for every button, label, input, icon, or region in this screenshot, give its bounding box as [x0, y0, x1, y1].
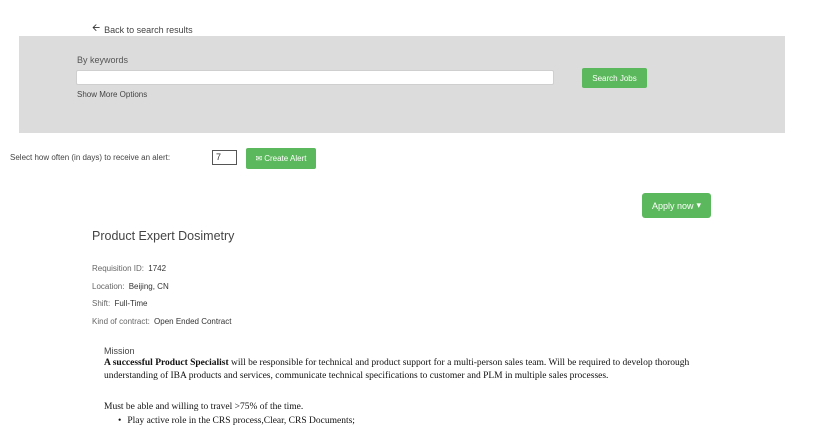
apply-now-label: Apply now [651, 200, 694, 211]
bullet-text: Play active role in the CRS process,Clea… [127, 416, 355, 426]
back-link-label: Back to search results [104, 24, 193, 35]
shift-row: Shift: Full-Time [92, 299, 148, 308]
requisition-row: Requisition ID: 1742 [92, 264, 166, 273]
caret-down-icon: ▾ [696, 200, 702, 210]
list-item: • Play active role in the CRS process,Cl… [118, 416, 355, 426]
create-alert-button[interactable]: ✉ Create Alert [246, 148, 316, 169]
shift-value: Full-Time [114, 299, 148, 308]
mission-heading: Mission [104, 346, 135, 356]
job-title: Product Expert Dosimetry [92, 229, 235, 243]
envelope-icon: ✉ [255, 154, 263, 163]
intro-bold: A successful Product Specialist [104, 358, 229, 368]
requisition-label: Requisition ID: [92, 264, 145, 273]
requisition-value: 1742 [148, 264, 167, 273]
travel-requirement: Must be able and willing to travel >75% … [104, 402, 304, 412]
location-label: Location: [92, 282, 125, 291]
show-more-options-link[interactable]: Show More Options [77, 90, 147, 99]
contract-label: Kind of contract: [92, 317, 150, 326]
create-alert-label: Create Alert [264, 154, 307, 163]
keywords-input[interactable] [76, 70, 554, 85]
shift-label: Shift: [92, 299, 111, 308]
bullet-icon: • [118, 416, 122, 426]
alert-frequency-label: Select how often (in days) to receive an… [10, 153, 171, 162]
apply-now-button[interactable]: Apply now ▾ [642, 193, 711, 218]
location-row: Location: Beijing, CN [92, 282, 169, 291]
search-jobs-button[interactable]: Search Jobs [582, 68, 647, 88]
alert-days-input[interactable]: 7 [212, 150, 237, 165]
contract-row: Kind of contract: Open Ended Contract [92, 317, 231, 326]
search-panel: By keywords Search Jobs Show More Option… [19, 36, 785, 133]
mission-paragraph: A successful Product Specialist will be … [104, 357, 744, 383]
keywords-label: By keywords [77, 55, 129, 65]
location-value: Beijing, CN [128, 282, 169, 291]
contract-value: Open Ended Contract [154, 317, 232, 326]
